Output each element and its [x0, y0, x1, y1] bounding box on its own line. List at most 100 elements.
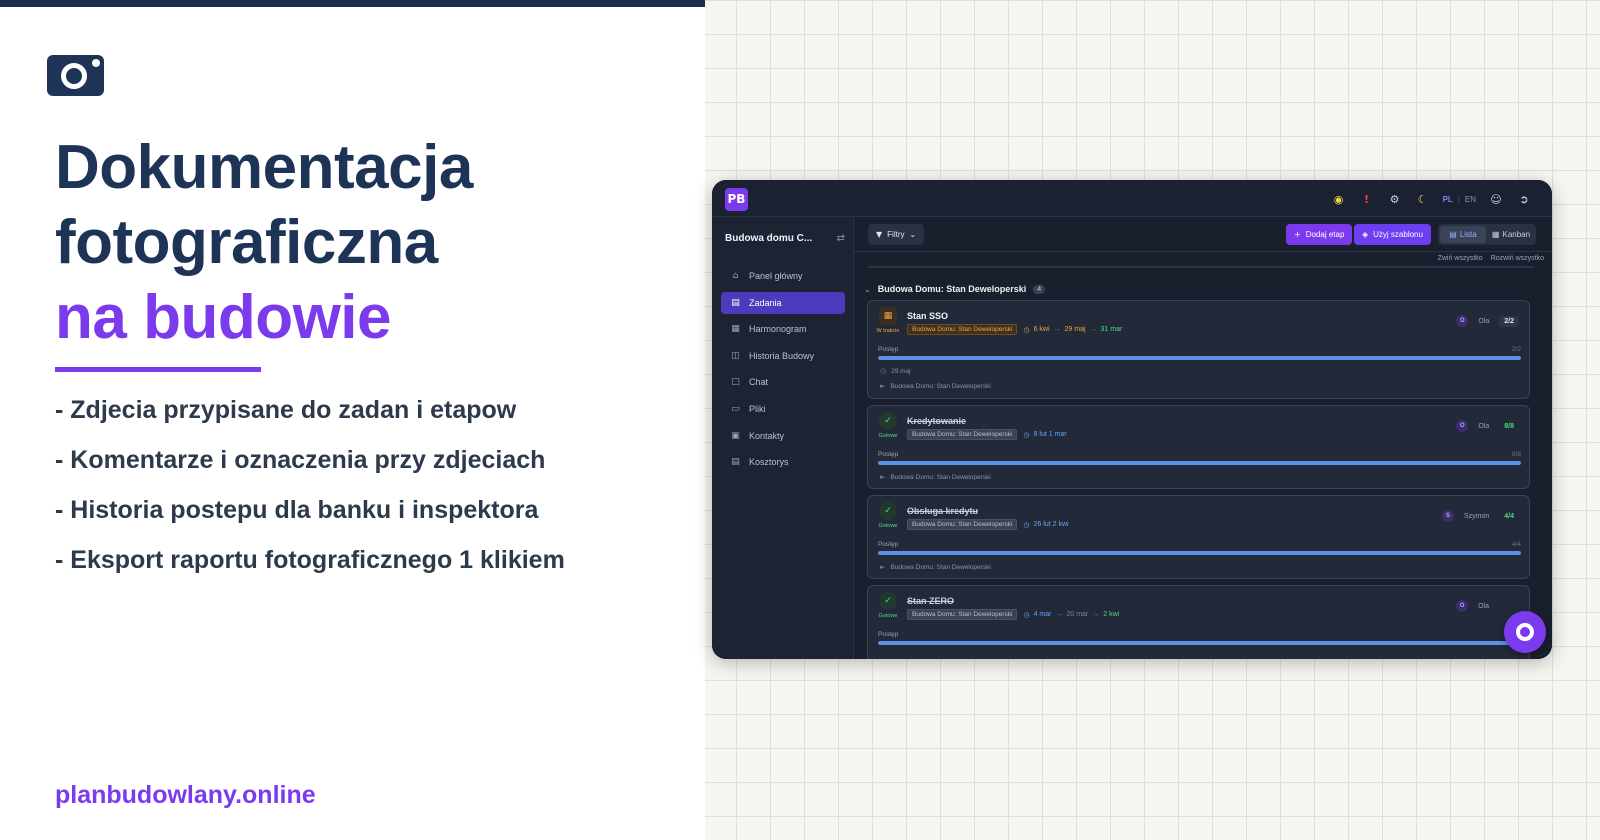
use-template-label: Użyj szablonu: [1373, 230, 1423, 239]
feature-item: - Eksport raportu fotograficznego 1 klik…: [55, 546, 565, 574]
sidebar-item-kosztorys[interactable]: ▤ Kosztorys: [721, 451, 845, 473]
progress-value: 4/4: [1511, 541, 1521, 548]
end-date: 20 mar: [1066, 611, 1089, 618]
plus-icon: +: [1294, 230, 1301, 239]
assignee-name: Szymon: [1463, 512, 1490, 520]
avatar: O: [1456, 420, 1469, 432]
footer-text: Budowa Domu: Stan Deweloperski: [890, 563, 991, 571]
view-kanban-button[interactable]: ▦ Kanban: [1488, 226, 1534, 243]
contacts-icon: ▣: [731, 430, 740, 441]
swap-icon[interactable]: ⇄: [837, 233, 845, 244]
tag-icon: ►: [880, 563, 886, 571]
task-card[interactable]: ✓ Gotowe Stan ZERO Budowa Domu: Stan Dew…: [867, 585, 1530, 659]
view-list-button[interactable]: ▤ Lista: [1440, 226, 1486, 243]
task-dates: ◷ 4 mar → 20 mar → 2 kwi: [1023, 611, 1119, 619]
task-assignee: S Szymon 4/4: [1441, 510, 1519, 522]
collapse-all-link[interactable]: Zwiń wszystko: [1438, 255, 1483, 262]
task-assignee: O Ola 2/2: [1456, 315, 1519, 327]
end-date: 29 maj: [1064, 326, 1086, 333]
task-card[interactable]: ✓ Gotowe Kredytowanie Budowa Domu: Stan …: [867, 405, 1530, 489]
sidebar-item-label: Panel główny: [749, 271, 803, 281]
task-dates: ◷ 8 lut 1 mar: [1023, 431, 1066, 439]
task-meta: Budowa Domu: Stan Deweloperski ◷ 8 lut 1…: [907, 429, 1067, 440]
project-selector[interactable]: Budowa domu C... ⇄: [725, 233, 845, 244]
filter-icon: ▼: [876, 230, 883, 239]
filter-button[interactable]: ▼ Filtry ⌄: [868, 224, 925, 245]
logout-icon[interactable]: ➲: [1510, 189, 1538, 209]
sidebar-item-label: Kontakty: [749, 430, 785, 441]
check-icon: ✓: [879, 502, 897, 520]
due-date: 29 maj: [891, 367, 911, 375]
progress-bar: [878, 641, 1521, 645]
sidebar-item-historia[interactable]: ◫ Historia Budowy: [721, 345, 845, 367]
lightbulb-icon[interactable]: ◉: [1325, 189, 1353, 209]
sidebar-item-pliki[interactable]: ▭ Pliki: [721, 398, 845, 420]
sidebar-item-chat[interactable]: □ Chat: [721, 371, 845, 393]
top-accent-bar: [0, 0, 705, 7]
task-title: Obsługa kredytu: [907, 506, 979, 516]
chat-bubble-icon[interactable]: [1504, 611, 1546, 653]
alert-icon[interactable]: !: [1353, 189, 1381, 209]
progress-fill: [878, 551, 1521, 555]
add-stage-label: Dodaj etap: [1305, 230, 1345, 239]
use-template-button[interactable]: ◈ Użyj szablonu: [1354, 224, 1431, 245]
task-status: ✓ Gotowe: [876, 412, 900, 439]
app-window: PB ◉ ! ⚙ ☾ PL | EN ☺ ➲ Budowa domu C... …: [712, 180, 1552, 659]
sidebar-item-label: Pliki: [749, 403, 766, 414]
sidebar-item-kontakty[interactable]: ▣ Kontakty: [721, 425, 845, 447]
chat-icon: □: [731, 377, 740, 388]
check-icon: ✓: [879, 412, 897, 430]
actual-date: 31 mar: [1100, 326, 1123, 333]
expand-controls: Zwiń wszystko Rozwiń wszystko: [1438, 255, 1544, 262]
user-icon[interactable]: ☺: [1482, 189, 1510, 209]
building-icon: ▦: [879, 307, 897, 325]
gear-icon[interactable]: ⚙: [1381, 189, 1409, 209]
app-topbar: PB ◉ ! ⚙ ☾ PL | EN ☺ ➲: [712, 180, 1552, 217]
website-link[interactable]: planbudowlany.online: [55, 781, 316, 810]
group-count-badge: 4: [1033, 284, 1046, 294]
lang-en[interactable]: EN: [1465, 195, 1476, 204]
avatar: O: [1456, 600, 1469, 612]
layers-icon: ◈: [1362, 230, 1369, 239]
sidebar-item-zadania[interactable]: ▤ Zadania: [721, 291, 845, 314]
feature-item: - Komentarze i oznaczenia przy zdjeciach: [55, 446, 546, 474]
app-logo[interactable]: PB: [725, 188, 748, 211]
expand-all-link[interactable]: Rozwiń wszystko: [1491, 255, 1544, 262]
camera-icon: [47, 55, 104, 96]
avatar: S: [1441, 510, 1454, 522]
language-switch: PL | EN: [1437, 195, 1482, 204]
arrow-right-icon: →: [1092, 611, 1100, 618]
group-header[interactable]: ⌄ Budowa Domu: Stan Deweloperski 4: [864, 284, 1046, 294]
sidebar-item-panel[interactable]: ⌂ Panel główny: [721, 265, 845, 287]
lang-pl[interactable]: PL: [1443, 195, 1453, 204]
task-card[interactable]: ✓ Gotowe Obsługa kredytu Budowa Domu: St…: [867, 495, 1530, 579]
sidebar-item-harmonogram[interactable]: ▦ Harmonogram: [721, 318, 845, 340]
status-label: Gotowe: [878, 523, 898, 529]
progress-bar: [878, 551, 1521, 555]
promo-panel: Dokumentacja fotograficzna na budowie - …: [0, 0, 705, 840]
clock-icon: ◷: [1023, 431, 1030, 439]
task-meta: Budowa Domu: Stan Deweloperski ◷ 4 mar →…: [907, 609, 1119, 620]
stage-tag: Budowa Domu: Stan Deweloperski: [907, 324, 1018, 335]
progress-label: Postęp: [878, 451, 899, 458]
main-content: ▼ Filtry ⌄ + Dodaj etap ◈ Użyj szablonu …: [854, 217, 1552, 659]
project-name: Budowa domu C...: [725, 233, 813, 244]
progress-label: Postęp: [878, 631, 899, 638]
add-stage-button[interactable]: + Dodaj etap: [1286, 224, 1353, 245]
task-status: ✓ Gotowe: [876, 592, 900, 619]
task-footer: ► Budowa Domu: Stan Deweloperski: [880, 473, 991, 481]
task-title: Stan ZERO: [907, 596, 955, 606]
stage-tag: Budowa Domu: Stan Deweloperski: [907, 429, 1018, 440]
sidebar: Budowa domu C... ⇄ ⌂ Panel główny ▤ Zadani…: [712, 217, 854, 659]
start-date: 4 mar: [1033, 611, 1052, 618]
assignee-name: Ola: [1478, 317, 1490, 325]
progress-fill: [878, 461, 1521, 465]
folder-icon: ▭: [731, 403, 740, 414]
task-card[interactable]: ▦ W trakcie Stan SSO Budowa Domu: Stan D…: [867, 300, 1530, 399]
moon-icon[interactable]: ☾: [1409, 189, 1437, 209]
progress-value: 8/8: [1511, 451, 1521, 458]
home-icon: ⌂: [732, 271, 739, 281]
subtask-count: 4/4: [1504, 512, 1514, 520]
progress-bar: [878, 356, 1521, 360]
filter-label: Filtry: [887, 230, 905, 239]
